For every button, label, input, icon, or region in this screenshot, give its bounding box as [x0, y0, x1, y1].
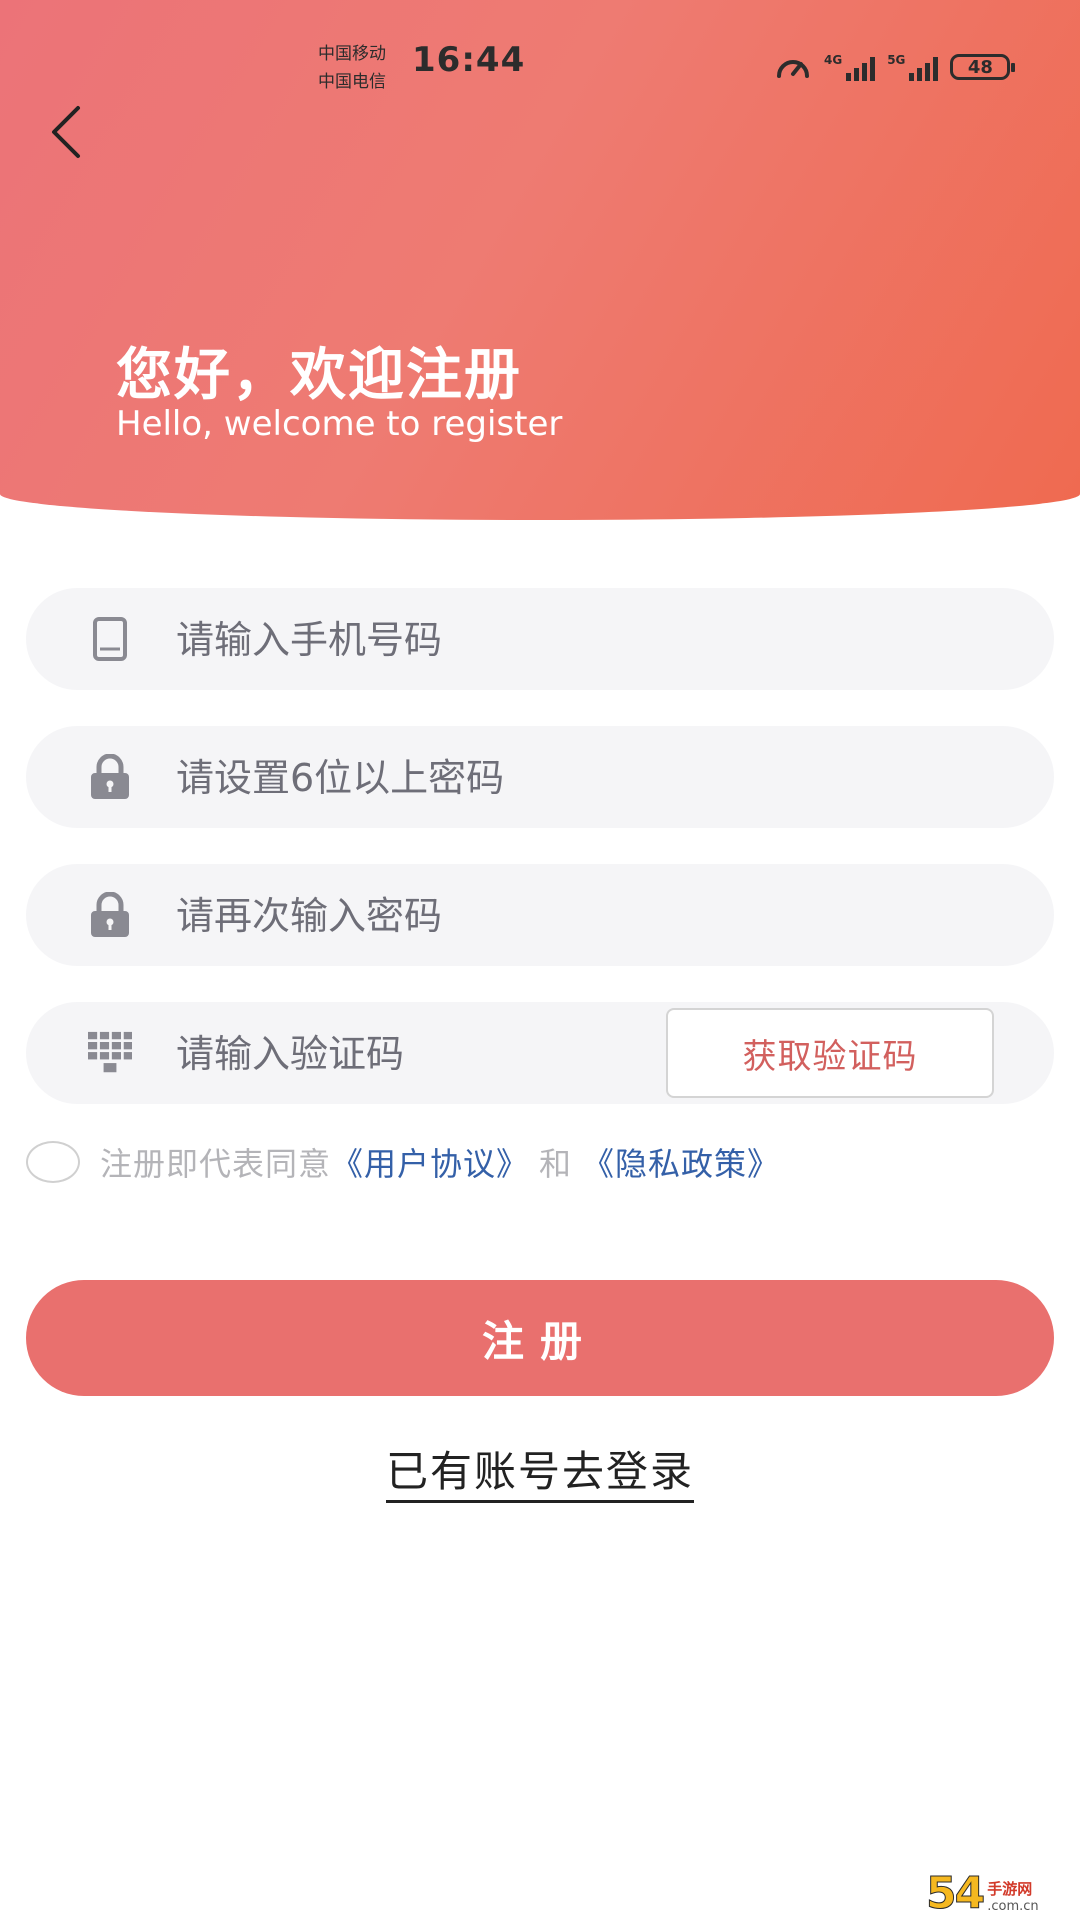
login-link-row: 已有账号去登录 — [0, 1438, 1080, 1503]
confirm-password-input[interactable] — [174, 884, 778, 948]
network-1-label: 4G — [824, 53, 843, 67]
watermark-domain: .com.cn — [987, 1899, 1039, 1914]
status-indicators: 4G 5G 48 — [774, 50, 1038, 84]
battery-icon: 48 — [950, 54, 1016, 80]
battery-level: 48 — [967, 56, 993, 78]
agreement-row: 注册即代表同意 《用户协议》 和 《隐私政策》 — [26, 1138, 780, 1186]
lock-icon — [88, 892, 132, 937]
back-button[interactable] — [38, 100, 92, 164]
page-subtitle: Hello, welcome to register — [116, 404, 563, 444]
verification-code-field[interactable]: 获取验证码 — [26, 1002, 1054, 1104]
page-title: 您好，欢迎注册 — [116, 343, 522, 408]
agreement-prefix: 注册即代表同意 — [100, 1145, 332, 1183]
password-field[interactable] — [26, 726, 1054, 828]
password-input[interactable] — [174, 746, 778, 810]
user-agreement-link[interactable]: 《用户协议》 — [331, 1139, 529, 1185]
phone-icon — [88, 617, 132, 661]
watermark-brand: 54 — [925, 1868, 985, 1919]
lock-icon — [88, 754, 132, 799]
watermark-cn: 手游网 — [987, 1880, 1033, 1898]
agreement-connector: 和 — [539, 1145, 573, 1183]
confirm-password-field[interactable] — [26, 864, 1054, 966]
site-watermark-logo: 54 手游网 .com.cn — [925, 1862, 1076, 1919]
register-button[interactable]: 注册 — [26, 1280, 1054, 1396]
phone-field[interactable] — [26, 588, 1054, 690]
network-2-label: 5G — [887, 53, 906, 67]
verification-code-input[interactable] — [174, 1022, 648, 1086]
privacy-policy-link[interactable]: 《隐私政策》 — [582, 1139, 780, 1185]
agreement-checkbox[interactable] — [26, 1141, 80, 1183]
status-time: 16:44 — [412, 40, 526, 80]
signal-5g-icon: 5G — [887, 53, 939, 81]
keypad-icon — [88, 1031, 132, 1075]
phone-input[interactable] — [174, 608, 778, 672]
speed-meter-icon — [777, 60, 809, 78]
signal-4g-icon: 4G — [824, 53, 876, 81]
go-login-link[interactable]: 已有账号去登录 — [385, 1447, 694, 1503]
get-code-button[interactable]: 获取验证码 — [666, 1008, 994, 1098]
chevron-left-icon — [52, 106, 80, 158]
header-banner: 中国移动 中国电信 16:44 4G 5G 48 您好，欢迎注册 Hello, … — [0, 0, 1080, 520]
